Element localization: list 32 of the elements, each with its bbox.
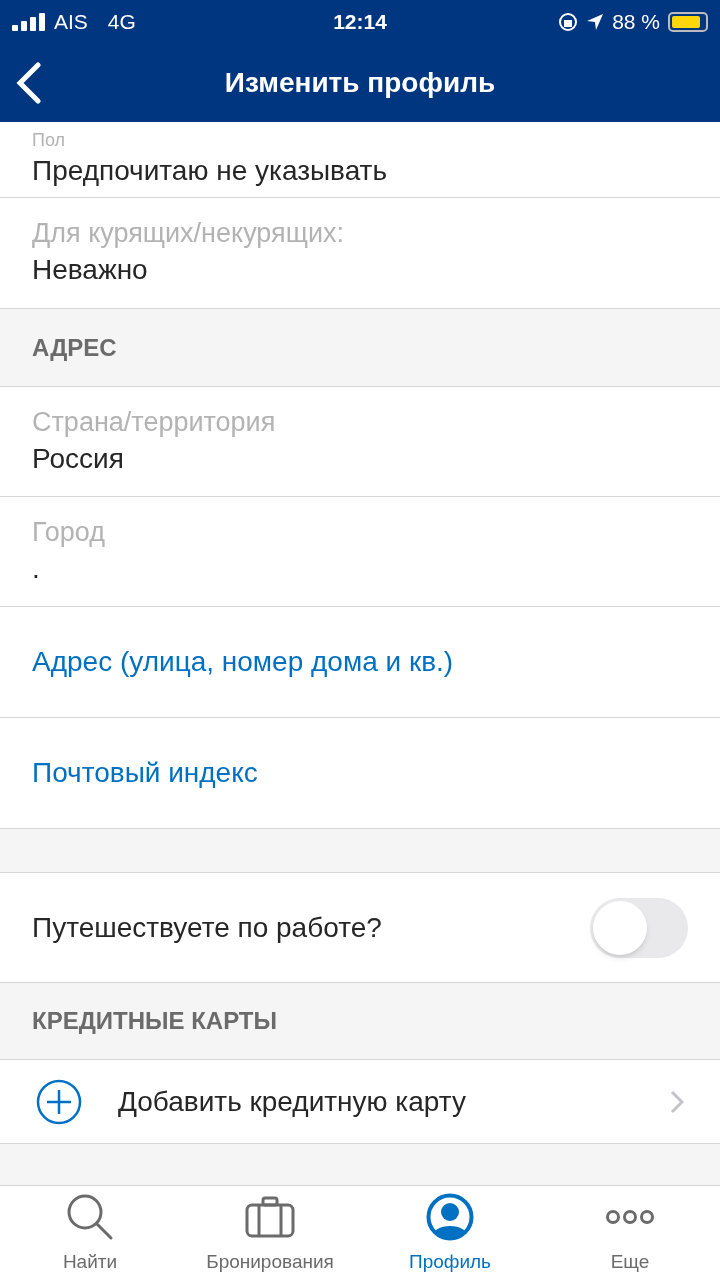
location-arrow-icon <box>586 13 605 31</box>
suitcase-icon <box>245 1195 295 1238</box>
tab-bar-item[interactable]: Бронирования <box>180 1186 360 1280</box>
section-header: КРЕДИТНЫЕ КАРТЫ <box>0 983 720 1060</box>
back-icon[interactable] <box>16 62 42 104</box>
screen-title: Изменить профиль <box>224 66 496 100</box>
field-label: Для курящих/некурящих: <box>32 217 345 250</box>
address-link[interactable]: Адрес (улица, номер дома и кв.) <box>32 641 454 683</box>
tab-bar-item[interactable]: Профиль <box>360 1186 540 1280</box>
field-label: Город <box>32 515 107 549</box>
tab-bar-item[interactable]: Еще <box>540 1186 720 1280</box>
field-value[interactable]: . <box>32 548 688 589</box>
field-value[interactable]: Предпочитаю не указывать <box>32 150 688 191</box>
plus-circle-icon <box>36 1078 82 1125</box>
toggle-label: Путешествуете по работе? <box>32 910 382 945</box>
chevron-right-icon <box>670 1089 684 1114</box>
battery-icon <box>668 12 708 32</box>
address-link[interactable]: Почтовый индекс <box>32 752 258 794</box>
battery-percent: 88 % <box>612 9 660 36</box>
field-value[interactable]: Россия <box>32 438 688 479</box>
field-label: Пол <box>32 128 67 151</box>
more-icon <box>605 1208 655 1225</box>
signal-icon <box>12 13 46 31</box>
tab-bar-item[interactable]: Найти <box>0 1186 180 1280</box>
network-type: 4G <box>107 9 136 36</box>
section-header: АДРЕС <box>0 309 720 387</box>
profile-icon <box>426 1192 474 1241</box>
carrier-name: AIS <box>54 9 88 36</box>
rotation-lock-icon <box>558 12 579 32</box>
clock: 12:14 <box>333 9 387 36</box>
field-value[interactable]: Неважно <box>32 250 688 290</box>
field-label: Страна/территория <box>32 405 277 439</box>
